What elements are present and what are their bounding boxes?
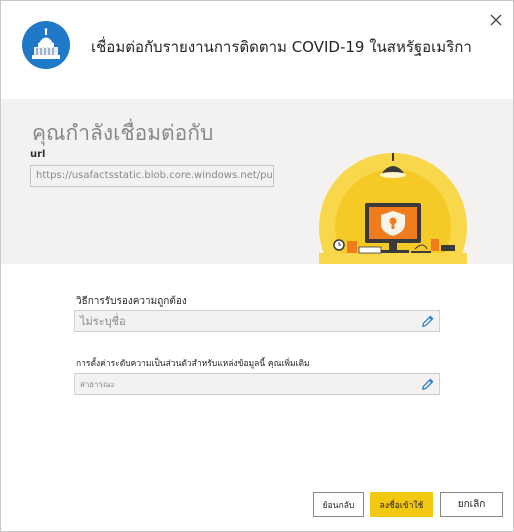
privacy-level-select[interactable]: สาธารณะ	[74, 373, 440, 395]
connect-dialog: เชื่อมต่อกับรายงานการติดตาม COVID-19 ในส…	[0, 0, 514, 532]
auth-method-select[interactable]: ไม่ระบุชื่อ	[74, 310, 440, 332]
pencil-icon[interactable]	[420, 377, 435, 392]
cancel-button[interactable]: ยกเลิก	[440, 492, 503, 517]
close-icon	[490, 14, 502, 26]
auth-method-label: วิธีการรับรองความถูกต้อง	[76, 296, 187, 307]
url-label: url	[30, 149, 46, 160]
sign-in-button[interactable]: ลงชื่อเข้าใช้	[370, 492, 433, 517]
capitol-building-icon	[22, 21, 70, 69]
privacy-level-label: การตั้งค่าระดับความเป็นส่วนตัวสำหรับแหล่…	[76, 359, 310, 369]
close-button[interactable]	[485, 9, 507, 31]
url-field: https://usafactsstatic.blob.core.windows…	[30, 165, 274, 187]
privacy-level-value: สาธารณะ	[80, 380, 115, 389]
back-button[interactable]: ย้อนกลับ	[313, 492, 364, 517]
dialog-title: เชื่อมต่อกับรายงานการติดตาม COVID-19 ในส…	[91, 38, 472, 56]
auth-method-value: ไม่ระบุชื่อ	[80, 315, 126, 328]
connecting-heading: คุณกำลังเชื่อมต่อกับ	[32, 121, 214, 145]
secure-connection-illustration	[319, 153, 467, 264]
pencil-icon[interactable]	[420, 314, 435, 329]
